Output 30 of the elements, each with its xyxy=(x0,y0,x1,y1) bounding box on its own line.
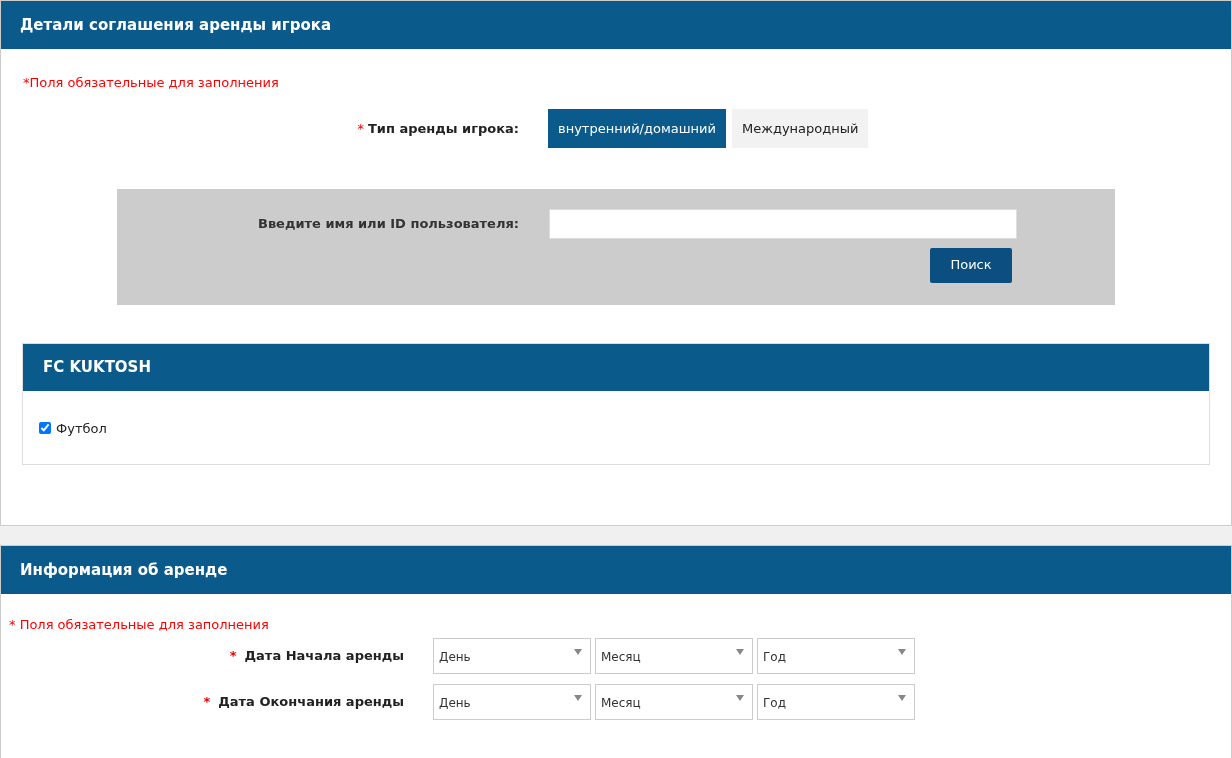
required-marker: * xyxy=(203,693,211,712)
required-note: *Поля обязательные для заполнения xyxy=(23,75,279,90)
date-select[interactable]: День xyxy=(433,638,591,674)
required-note: * Поля обязательные для заполнения xyxy=(9,617,269,632)
date-select[interactable]: Год xyxy=(757,638,915,674)
search-button[interactable]: Поиск xyxy=(930,247,1012,283)
club-title: FC KUKTOSH xyxy=(43,356,151,378)
caret-icon xyxy=(898,649,906,655)
date-select[interactable]: Год xyxy=(757,684,915,720)
loan-type-toggle[interactable]: Международный xyxy=(731,109,869,148)
caret-icon xyxy=(574,695,582,701)
caret-icon xyxy=(736,649,744,655)
caret-icon xyxy=(574,649,582,655)
sport-checkbox[interactable] xyxy=(39,422,51,435)
user-search-field[interactable] xyxy=(549,208,1017,239)
field-label: Введите имя или ID пользователя: xyxy=(256,214,519,233)
field-label: Дата Окончания аренды xyxy=(218,693,404,712)
date-select[interactable]: День xyxy=(433,684,591,720)
caret-icon xyxy=(898,695,906,701)
field-label: Дата Начала аренды xyxy=(244,647,404,666)
panel-title: Информация об аренде xyxy=(20,559,228,581)
field-label: Тип аренды игрока: xyxy=(367,119,519,138)
required-marker: * xyxy=(229,647,237,666)
date-select[interactable]: Месяц xyxy=(595,638,753,674)
panel-title: Детали соглашения аренды игрока xyxy=(20,14,332,36)
caret-icon xyxy=(736,695,744,701)
loan-type-toggle[interactable]: внутренний/домашний xyxy=(548,109,726,148)
checkbox-label: Футбол xyxy=(56,419,107,438)
date-select[interactable]: Месяц xyxy=(595,684,753,720)
required-marker: * xyxy=(357,119,364,138)
